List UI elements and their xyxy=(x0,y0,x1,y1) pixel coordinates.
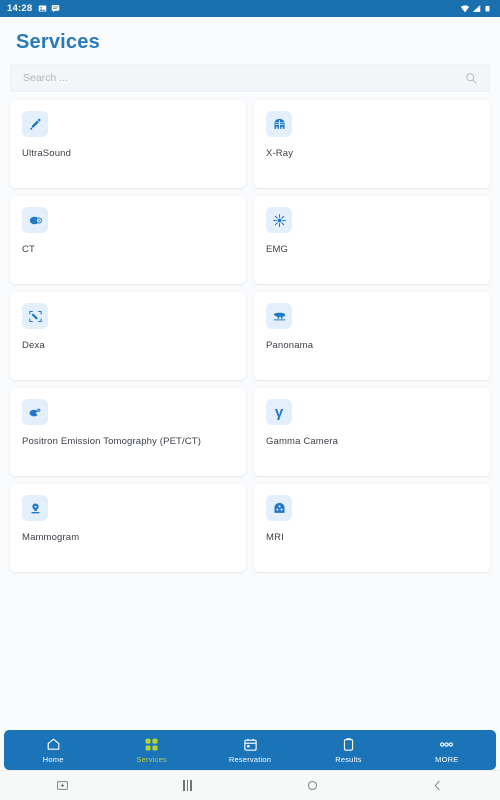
bone-density-icon xyxy=(22,303,48,329)
service-label: X-Ray xyxy=(266,148,294,159)
clipboard-icon xyxy=(341,737,356,752)
service-card-gamma-camera[interactable]: γ Gamma Camera xyxy=(254,388,490,476)
gamma-glyph: γ xyxy=(274,403,284,421)
wifi-icon xyxy=(460,4,470,13)
recents-icon[interactable] xyxy=(125,780,250,791)
message-icon xyxy=(51,4,60,13)
service-card-ultrasound[interactable]: UltraSound xyxy=(10,100,246,188)
service-label: Panonama xyxy=(266,340,314,351)
service-label: Mammogram xyxy=(22,532,80,543)
nav-label: Results xyxy=(335,754,362,764)
nav-label: MORE xyxy=(435,754,459,764)
ct-scanner-icon xyxy=(22,207,48,233)
search-section xyxy=(0,60,500,100)
status-bar-notification-icons xyxy=(38,4,60,13)
nav-label: Reservation xyxy=(228,754,272,764)
service-label: EMG xyxy=(266,244,289,255)
service-card-ct[interactable]: CT xyxy=(10,196,246,284)
mammogram-icon xyxy=(22,495,48,521)
page-title: Services xyxy=(16,31,100,53)
grid-icon xyxy=(144,737,159,752)
android-system-navigation xyxy=(0,770,500,800)
image-icon xyxy=(38,4,47,13)
mri-head-icon xyxy=(266,495,292,521)
page-header: Services xyxy=(0,17,500,60)
service-card-pet-ct[interactable]: Positron Emission Tomography (PET/CT) xyxy=(10,388,246,476)
search-bar[interactable] xyxy=(10,64,490,92)
nerve-burst-icon xyxy=(266,207,292,233)
services-grid: UltraSound X-Ray CT EMG Dexa Panonama Po… xyxy=(0,100,500,572)
service-card-mri[interactable]: MRI xyxy=(254,484,490,572)
status-bar-system-icons xyxy=(460,4,493,13)
screenshot-icon[interactable] xyxy=(0,779,125,792)
service-card-emg[interactable]: EMG xyxy=(254,196,490,284)
nav-item-results[interactable]: Results xyxy=(299,737,397,764)
nav-item-reservation[interactable]: Reservation xyxy=(201,737,299,764)
ribcage-icon xyxy=(266,111,292,137)
pet-scan-icon xyxy=(22,399,48,425)
recents-bars xyxy=(183,780,192,791)
home-circle-icon[interactable] xyxy=(250,779,375,792)
nav-item-services[interactable]: Services xyxy=(102,737,200,764)
service-label: Dexa xyxy=(22,340,45,351)
service-card-mammogram[interactable]: Mammogram xyxy=(10,484,246,572)
status-bar: 14:28 xyxy=(0,0,500,17)
back-icon[interactable] xyxy=(375,779,500,792)
service-label: Positron Emission Tomography (PET/CT) xyxy=(22,436,202,447)
dental-panoramic-icon xyxy=(266,303,292,329)
signal-icon xyxy=(472,4,481,13)
search-input[interactable] xyxy=(23,72,465,84)
service-label: Gamma Camera xyxy=(266,436,339,447)
service-label: MRI xyxy=(266,532,284,543)
nav-item-home[interactable]: Home xyxy=(4,737,102,764)
search-icon[interactable] xyxy=(465,72,477,84)
status-bar-clock: 14:28 xyxy=(7,3,33,14)
nav-item-more[interactable]: MORE xyxy=(398,737,496,764)
bottom-navigation-bar: Home Services Reservation Results MORE xyxy=(4,730,496,770)
service-label: CT xyxy=(22,244,35,255)
nav-label: Services xyxy=(136,754,167,764)
service-card-dexa[interactable]: Dexa xyxy=(10,292,246,380)
nav-label: Home xyxy=(42,754,64,764)
service-card-panonama[interactable]: Panonama xyxy=(254,292,490,380)
calendar-icon xyxy=(243,737,258,752)
more-dots-icon xyxy=(439,737,454,752)
ultrasound-probe-icon xyxy=(22,111,48,137)
battery-icon xyxy=(484,4,493,13)
service-card-x-ray[interactable]: X-Ray xyxy=(254,100,490,188)
home-icon xyxy=(46,737,61,752)
service-label: UltraSound xyxy=(22,148,72,159)
gamma-letter-icon: γ xyxy=(266,399,292,425)
